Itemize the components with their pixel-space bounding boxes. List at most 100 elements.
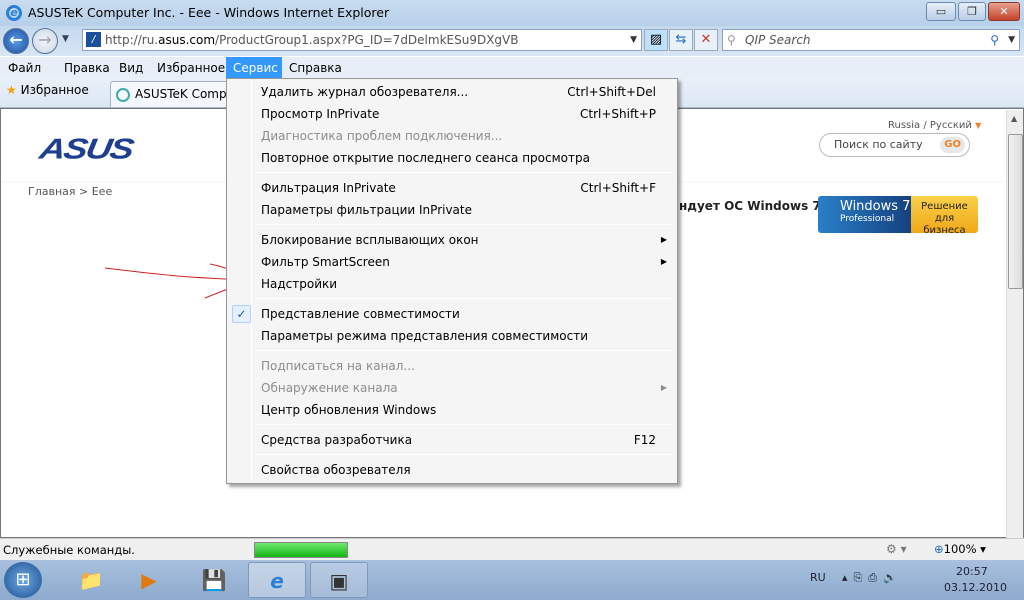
close-button[interactable]: ✕: [988, 2, 1020, 21]
clock-date[interactable]: 03.12.2010: [944, 581, 1007, 594]
menu-item[interactable]: Свойства обозревателя: [229, 459, 675, 481]
search-placeholder: QIP Search: [745, 33, 811, 47]
menu-item[interactable]: Фильтр SmartScreen ▶: [229, 251, 675, 273]
navigation-bar: ← → ▼ / http://ru.asus.com/ProductGroup1…: [0, 26, 1024, 56]
menu-view[interactable]: Вид: [112, 57, 150, 79]
compatibility-view-button[interactable]: ▨: [644, 29, 668, 51]
scroll-thumb[interactable]: [1008, 134, 1023, 289]
dropdown-icon: ▼: [975, 121, 982, 130]
restore-button[interactable]: ❐: [958, 2, 986, 21]
checkmark-icon: ✓: [232, 305, 251, 323]
menu-item[interactable]: Центр обновления Windows: [229, 399, 675, 421]
tools-dropdown-menu: Удалить журнал обозревателя... Ctrl+Shift…: [226, 78, 678, 484]
refresh-icon[interactable]: ⇆: [669, 29, 693, 51]
menu-separator: [255, 172, 673, 173]
history-dropdown-icon[interactable]: ▼: [62, 34, 69, 44]
region-selector[interactable]: Russia / Русский ▼: [888, 120, 981, 131]
status-text: Служебные команды.: [3, 543, 135, 557]
menu-item-label: Диагностика проблем подключения...: [261, 129, 503, 143]
ie-taskbar-icon[interactable]: e: [248, 562, 306, 598]
menu-item[interactable]: Параметры режима представления совместим…: [229, 325, 675, 347]
search-icon: ⚲: [727, 33, 736, 47]
menu-separator: [255, 350, 673, 351]
explorer-taskbar-icon[interactable]: 📁: [62, 562, 120, 598]
menu-item-label: Свойства обозревателя: [261, 463, 411, 477]
zoom-icon: ⊕: [934, 542, 944, 556]
menu-separator: [255, 424, 673, 425]
menu-item[interactable]: Удалить журнал обозревателя... Ctrl+Shift…: [229, 81, 675, 103]
app-taskbar-icon[interactable]: ▣: [310, 562, 368, 598]
menu-favorites[interactable]: Избранное: [150, 57, 232, 79]
windows7-banner[interactable]: Windows 7 Professional Решение для бизне…: [818, 196, 978, 233]
search-go-icon[interactable]: ⚲: [990, 30, 999, 50]
favorites-button[interactable]: ★ Избранное: [6, 83, 89, 97]
headline[interactable]: ндует ОС Windows 7.: [679, 199, 825, 213]
banner-business: Решение для бизнеса: [911, 196, 978, 233]
menu-item-label: Центр обновления Windows: [261, 403, 437, 417]
menu-tools[interactable]: Сервис: [226, 57, 282, 79]
title-bar: e ASUSTeK Computer Inc. - Eee - Windows …: [0, 0, 1024, 26]
menu-item-label: Надстройки: [261, 277, 338, 291]
menu-item: Диагностика проблем подключения...: [229, 125, 675, 147]
menu-item-label: Блокирование всплывающих окон: [261, 233, 479, 247]
clock-time[interactable]: 20:57: [956, 565, 988, 578]
address-bar[interactable]: / http://ru.asus.com/ProductGroup1.aspx?…: [82, 29, 642, 51]
forward-button[interactable]: →: [32, 28, 58, 54]
stop-icon[interactable]: ✕: [694, 29, 718, 51]
menu-item-label: Фильтр SmartScreen: [261, 255, 390, 269]
menu-item-label: Фильтрация InPrivate: [261, 181, 396, 195]
submenu-arrow-icon: ▶: [660, 235, 667, 244]
menu-edit[interactable]: Правка: [57, 57, 117, 79]
menu-file[interactable]: Файл: [1, 57, 48, 79]
back-button[interactable]: ←: [3, 28, 29, 54]
tray-icons[interactable]: ▴⎘⎙🔈: [842, 571, 903, 585]
submenu-arrow-icon: ▶: [660, 257, 667, 266]
menu-item-label: Средства разработчика: [261, 433, 413, 447]
star-icon: ★: [6, 83, 17, 97]
menu-bar: Файл Правка Вид Избранное Сервис Справка: [0, 56, 1024, 79]
menu-item[interactable]: Повторное открытие последнего сеанса про…: [229, 147, 675, 169]
url-path: /ProductGroup1.aspx?PG_ID=7dDelmkESu9DXg…: [215, 33, 519, 47]
site-favicon: /: [86, 32, 101, 47]
url-domain: asus.com: [158, 33, 216, 47]
asus-logo[interactable]: ASUS: [37, 132, 135, 166]
menu-separator: [255, 454, 673, 455]
tab-asus[interactable]: ASUSTeK Computer Inc. - Eee: [110, 81, 230, 107]
region-label: Russia / Русский: [888, 120, 972, 131]
vertical-scrollbar[interactable]: ▲: [1006, 110, 1023, 538]
menu-item[interactable]: Блокирование всплывающих окон ▶: [229, 229, 675, 251]
menu-item-shortcut: Ctrl+Shift+F: [580, 181, 656, 195]
minimize-button[interactable]: ▭: [926, 2, 956, 21]
search-input[interactable]: ⚲ QIP Search ⚲ ▼: [722, 29, 1020, 51]
address-dropdown-icon[interactable]: ▼: [630, 30, 637, 50]
menu-item[interactable]: Фильтрация InPrivate Ctrl+Shift+F: [229, 177, 675, 199]
menu-item[interactable]: Средства разработчика F12: [229, 429, 675, 451]
menu-item-shortcut: F12: [633, 433, 656, 447]
menu-separator: [255, 298, 673, 299]
go-button[interactable]: GO: [940, 137, 965, 153]
progress-bar: [254, 542, 348, 558]
menu-item-label: Удалить журнал обозревателя...: [261, 85, 469, 99]
menu-item[interactable]: Надстройки: [229, 273, 675, 295]
menu-item-label: Параметры фильтрации InPrivate: [261, 203, 473, 217]
menu-item: Обнаружение канала ▶: [229, 377, 675, 399]
floppy-taskbar-icon[interactable]: 💾: [185, 562, 243, 598]
menu-item[interactable]: Параметры фильтрации InPrivate: [229, 199, 675, 221]
menu-item[interactable]: ✓ Представление совместимости: [229, 303, 675, 325]
menu-separator: [255, 224, 673, 225]
search-dropdown-icon[interactable]: ▼: [1008, 30, 1015, 50]
site-search-input[interactable]: Поиск по сайту GO: [819, 133, 970, 157]
zoom-level: 100%: [943, 542, 977, 556]
scroll-up-icon[interactable]: ▲: [1011, 114, 1017, 123]
language-indicator[interactable]: RU: [810, 571, 826, 584]
protected-mode-icon[interactable]: ⚙ ▾: [886, 542, 907, 556]
menu-item-label: Представление совместимости: [261, 307, 460, 321]
media-player-taskbar-icon[interactable]: ▶: [120, 562, 178, 598]
menu-help[interactable]: Справка: [282, 57, 349, 79]
menu-item[interactable]: Просмотр InPrivate Ctrl+Shift+P: [229, 103, 675, 125]
menu-item: Подписаться на канал...: [229, 355, 675, 377]
start-button[interactable]: ⊞: [4, 562, 42, 598]
zoom-control[interactable]: ⊕100% ▾: [934, 542, 986, 556]
menu-item-shortcut: Ctrl+Shift+Del: [567, 85, 656, 99]
breadcrumb[interactable]: Главная > Eee: [28, 185, 112, 198]
